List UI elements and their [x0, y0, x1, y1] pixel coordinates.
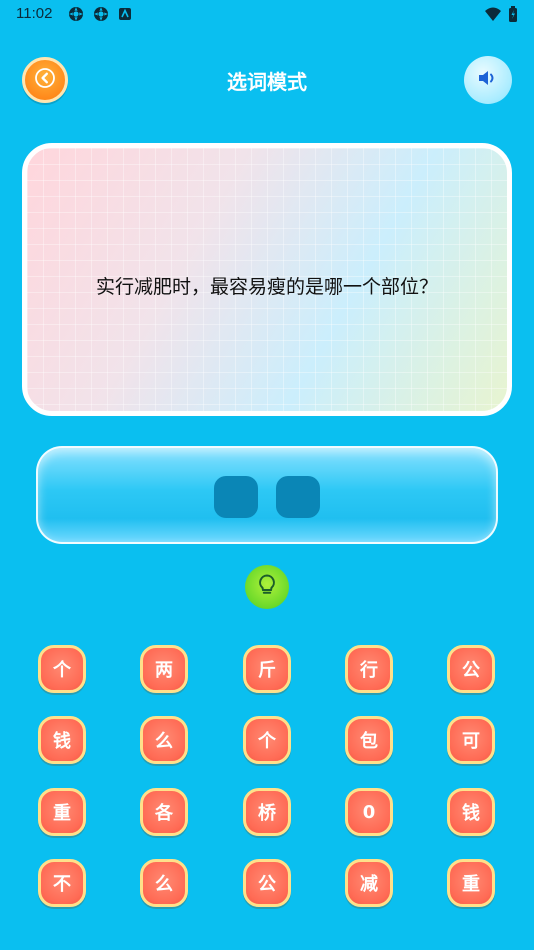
settings-icon [93, 6, 109, 22]
letter-button[interactable]: 公 [447, 645, 495, 693]
letter-button[interactable]: 么 [140, 716, 188, 764]
letter-button[interactable]: 重 [38, 788, 86, 836]
letter-button[interactable]: 可 [447, 716, 495, 764]
battery-icon [508, 6, 524, 22]
letter-button[interactable]: 行 [345, 645, 393, 693]
header: 选词模式 [0, 52, 534, 108]
letter-button[interactable]: 钱 [447, 788, 495, 836]
letter-button[interactable]: 公 [243, 859, 291, 907]
speaker-icon [477, 68, 499, 92]
status-time: 11:02 [16, 5, 53, 22]
letter-button[interactable]: 钱 [38, 716, 86, 764]
settings-icon [68, 6, 84, 22]
question-card: 实行减肥时，最容易瘦的是哪一个部位？ [22, 143, 512, 416]
letter-button[interactable]: 包 [345, 716, 393, 764]
answer-panel [36, 446, 498, 544]
answer-slot[interactable] [276, 476, 320, 518]
wifi-icon [484, 6, 501, 22]
letter-button[interactable]: 两 [140, 645, 188, 693]
page-title: 选词模式 [227, 70, 307, 94]
letter-button[interactable]: 重 [447, 859, 495, 907]
notification-icon [118, 6, 134, 22]
letter-button[interactable]: 0 [345, 788, 393, 836]
letter-button[interactable]: 么 [140, 859, 188, 907]
status-bar: 11:02 [0, 0, 534, 28]
letter-button[interactable]: 桥 [243, 788, 291, 836]
letter-button[interactable]: 各 [140, 788, 188, 836]
letter-button[interactable]: 减 [345, 859, 393, 907]
lightbulb-icon [256, 573, 278, 601]
answer-slot[interactable] [214, 476, 258, 518]
question-text: 实行减肥时，最容易瘦的是哪一个部位？ [95, 276, 438, 298]
hint-button[interactable] [245, 565, 289, 609]
letter-button[interactable]: 个 [243, 716, 291, 764]
letter-button[interactable]: 个 [38, 645, 86, 693]
sound-button[interactable] [464, 56, 512, 104]
letter-button[interactable]: 斤 [243, 645, 291, 693]
letter-button[interactable]: 不 [38, 859, 86, 907]
